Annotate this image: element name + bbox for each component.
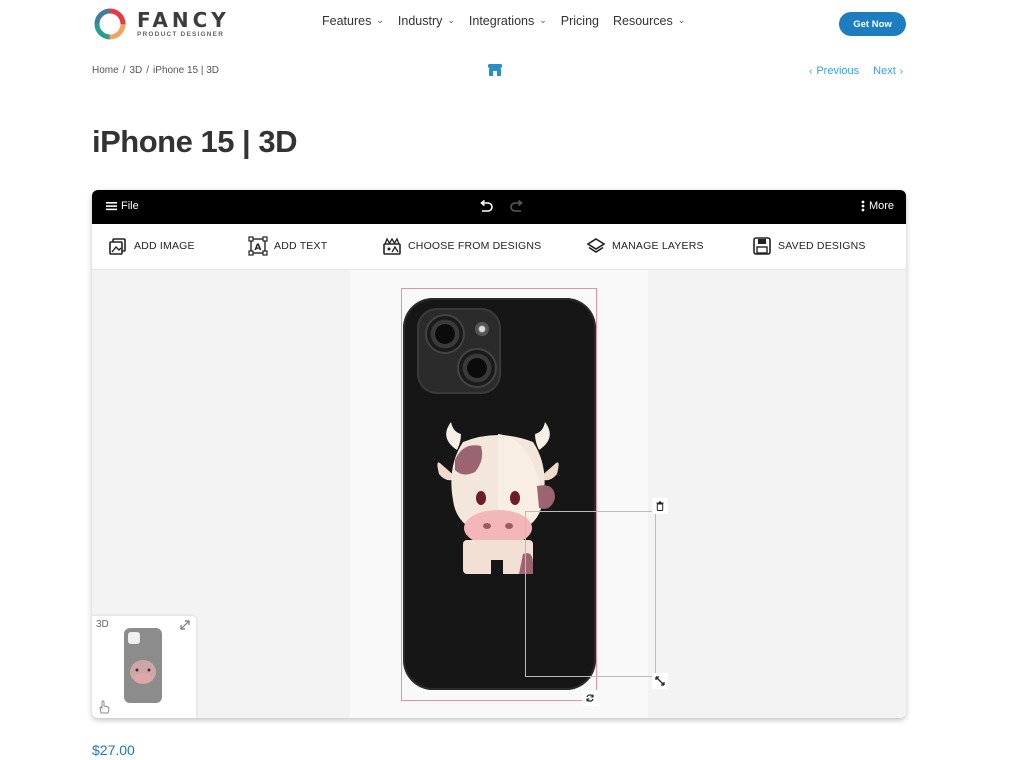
nav-label: Features: [322, 14, 372, 28]
file-menu-button[interactable]: File: [106, 200, 139, 212]
product-designer: File More ADD IMAGE A ADD TEXT CHOOSE FR…: [92, 190, 906, 718]
undo-icon[interactable]: [478, 199, 494, 215]
next-label: Next: [873, 65, 896, 77]
breadcrumb-separator: /: [122, 65, 126, 76]
action-label: ADD TEXT: [274, 240, 328, 252]
add-text-button[interactable]: A ADD TEXT: [248, 236, 327, 256]
main-nav: Features ⌄ Industry ⌄ Integrations ⌄ Pricin…: [322, 14, 699, 28]
action-label: SAVED DESIGNS: [778, 240, 866, 252]
breadcrumb-category[interactable]: 3D: [129, 65, 142, 76]
file-label: File: [121, 200, 139, 212]
resize-handle[interactable]: [652, 673, 668, 689]
nav-label: Integrations: [468, 14, 535, 28]
rotate-handle[interactable]: [582, 690, 598, 706]
choose-designs-button[interactable]: CHOOSE FROM DESIGNS: [382, 236, 541, 256]
action-label: ADD IMAGE: [134, 240, 195, 252]
action-label: CHOOSE FROM DESIGNS: [408, 240, 542, 252]
brand-tagline: PRODUCT DESIGNER: [137, 30, 225, 38]
nav-label: Pricing: [560, 14, 599, 28]
chevron-down-icon: ⌄: [539, 14, 547, 25]
breadcrumb-separator: /: [146, 65, 150, 76]
camera-flash: [475, 322, 489, 336]
product-price: $27.00: [92, 742, 135, 758]
chevron-down-icon: ⌄: [376, 14, 384, 25]
nav-item-industry[interactable]: Industry ⌄: [398, 14, 455, 28]
camera-lens: [459, 350, 495, 386]
image-icon: [109, 238, 126, 255]
chevron-left-icon: ‹: [809, 66, 813, 77]
action-label: MANAGE LAYERS: [612, 240, 704, 252]
camera-lens: [427, 316, 463, 352]
nav-item-features[interactable]: Features ⌄: [322, 14, 384, 28]
previous-label: Previous: [816, 65, 860, 77]
nav-label: Industry: [397, 14, 443, 28]
design-stage: 3D: [92, 270, 906, 718]
get-now-button[interactable]: Get Now: [839, 12, 906, 36]
thumbnail-artwork: [128, 632, 156, 684]
3d-preview-panel[interactable]: 3D: [92, 616, 196, 718]
layers-icon: [586, 238, 606, 253]
preview-label: 3D: [96, 619, 109, 630]
page-title: iPhone 15 | 3D: [92, 124, 297, 159]
save-icon: [753, 237, 771, 255]
3d-phone-thumbnail: [124, 628, 162, 703]
resize-arrows-icon: [655, 676, 665, 686]
breadcrumb-home[interactable]: Home: [92, 65, 119, 76]
store-icon[interactable]: [487, 63, 503, 77]
selection-box[interactable]: [525, 511, 656, 677]
vertical-dots-icon: [861, 200, 865, 212]
saved-designs-button[interactable]: SAVED DESIGNS: [752, 236, 866, 256]
svg-text:A: A: [254, 243, 261, 253]
trash-icon: [656, 501, 664, 511]
brand-logo[interactable]: FANCY PRODUCT DESIGNER: [92, 5, 230, 43]
chevron-down-icon: ⌄: [447, 14, 455, 25]
next-link[interactable]: Next ›: [873, 65, 907, 77]
designs-icon: [383, 237, 401, 255]
delete-handle[interactable]: [652, 498, 668, 514]
breadcrumb: Home/3D / iPhone 15 | 3D: [92, 65, 219, 76]
nav-label: Resources: [613, 14, 673, 28]
chevron-down-icon: ⌄: [677, 14, 686, 25]
expand-icon[interactable]: [179, 619, 191, 631]
hamburger-icon: [106, 202, 117, 211]
brand-name: FANCY: [137, 7, 230, 32]
designer-topbar: File More: [92, 190, 906, 224]
breadcrumb-current: iPhone 15 | 3D: [153, 65, 220, 76]
logo-ring-icon: [94, 8, 126, 40]
nav-item-pricing[interactable]: Pricing: [561, 14, 599, 28]
manage-layers-button[interactable]: MANAGE LAYERS: [586, 236, 704, 256]
previous-link[interactable]: ‹ Previous: [805, 65, 859, 77]
product-pager: ‹ Previous Next ›: [805, 65, 907, 77]
redo-icon[interactable]: [509, 199, 525, 215]
nav-item-integrations[interactable]: Integrations ⌄: [469, 14, 547, 28]
rotate-icon: [586, 694, 594, 702]
more-menu-button[interactable]: More: [861, 200, 894, 212]
chevron-right-icon: ›: [899, 66, 904, 77]
drag-hand-icon: [99, 700, 110, 714]
text-icon: A: [248, 236, 268, 256]
nav-item-resources[interactable]: Resources ⌄: [613, 14, 685, 28]
designer-actions: ADD IMAGE A ADD TEXT CHOOSE FROM DESIGNS…: [92, 224, 906, 270]
camera-module: [417, 308, 501, 394]
more-label: More: [868, 200, 894, 212]
site-header: FANCY PRODUCT DESIGNER Features ⌄ Industr…: [0, 0, 1024, 48]
add-image-button[interactable]: ADD IMAGE: [108, 236, 195, 256]
